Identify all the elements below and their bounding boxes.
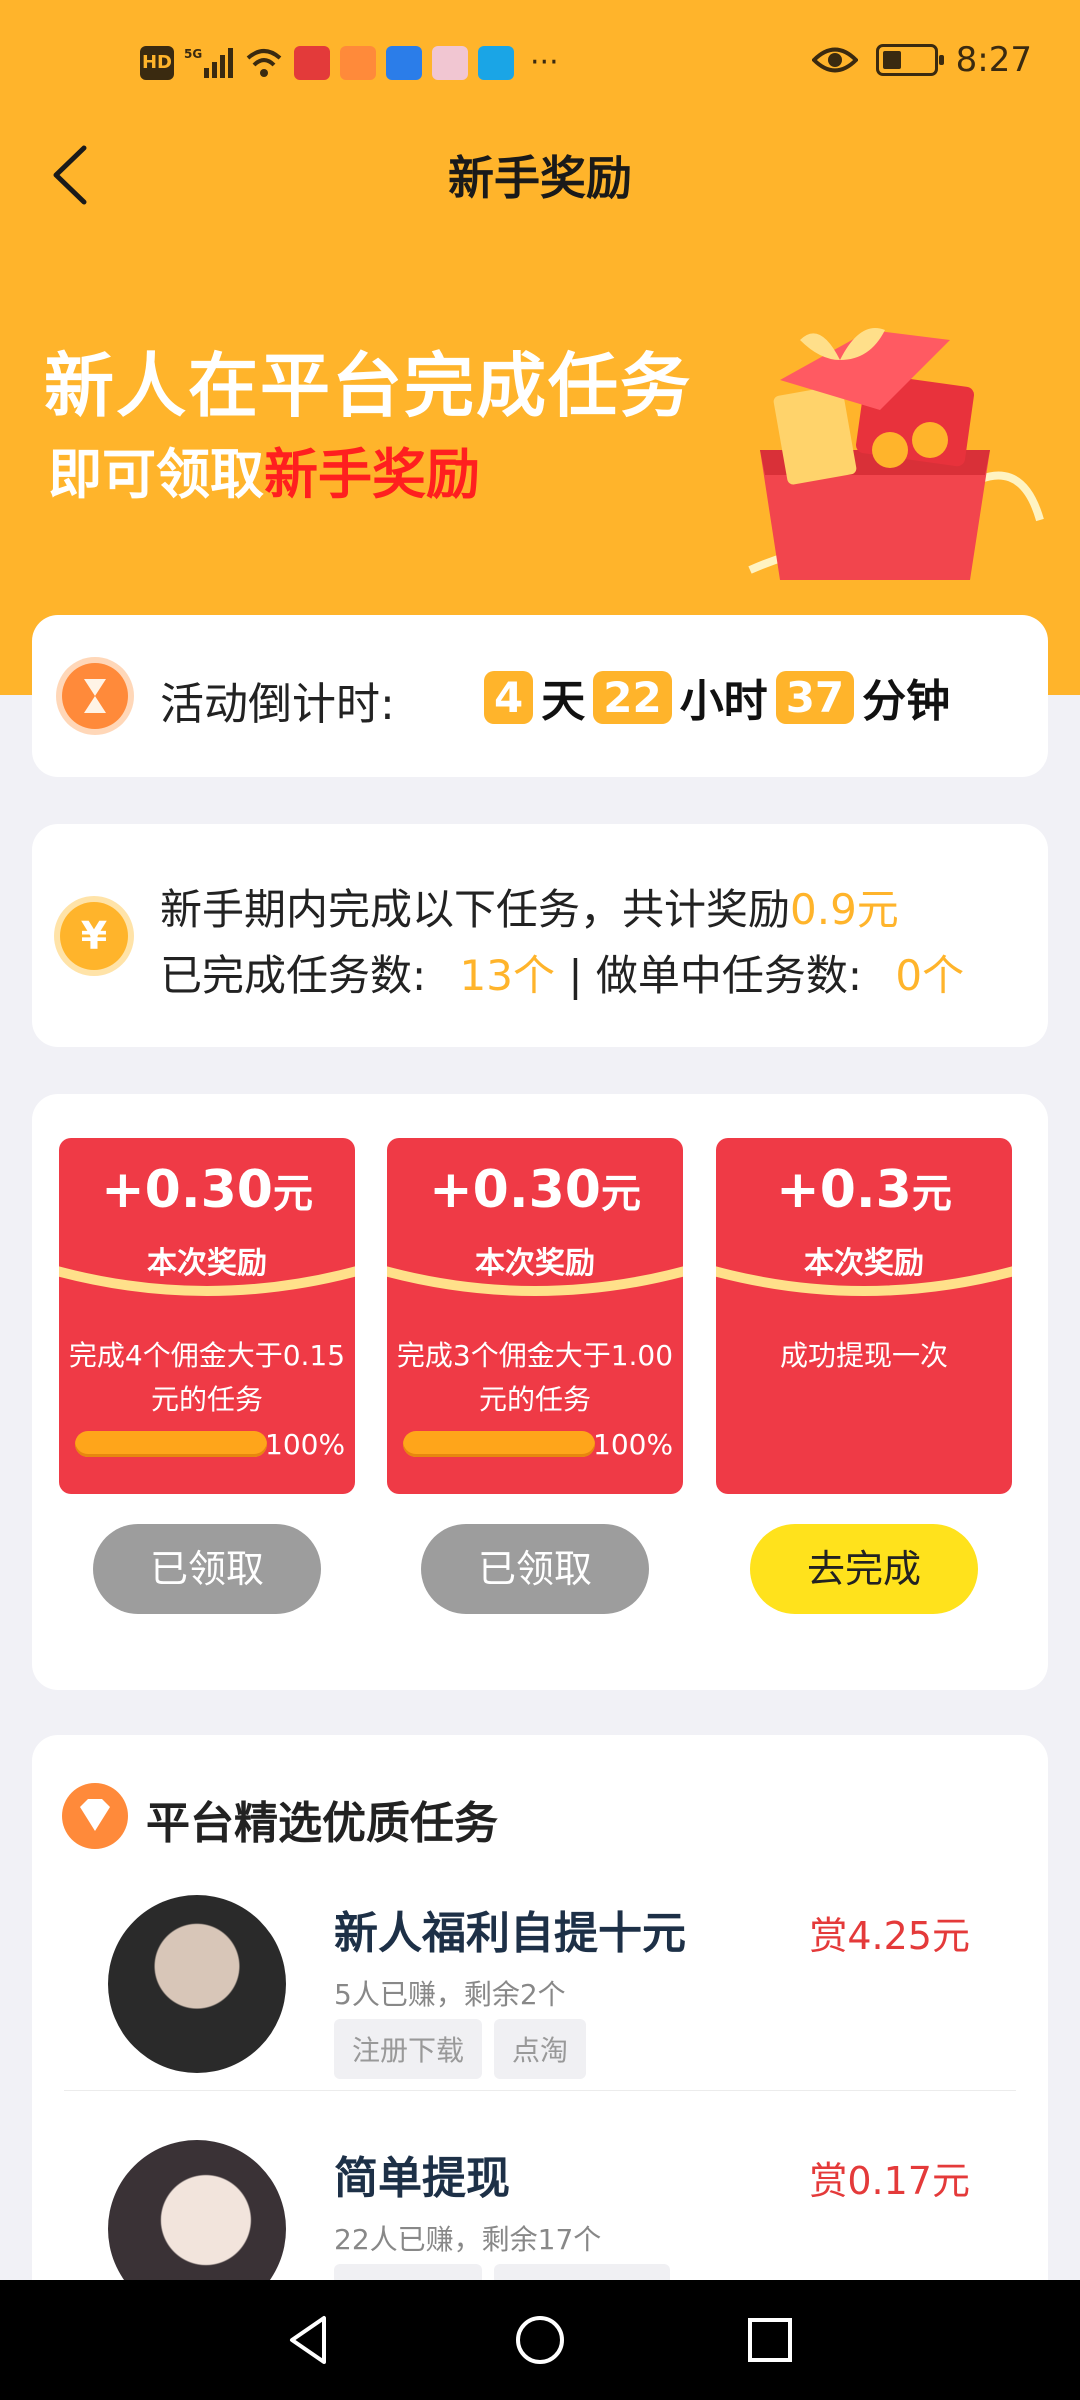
task-description: 完成3个佣金大于1.00元的任务	[396, 1339, 674, 1416]
task-reward: 赏4.25元	[809, 1914, 970, 1958]
svg-text:5G: 5G	[184, 47, 202, 61]
task-title: 新人福利自提十元	[334, 1908, 686, 1959]
summary-separator: |	[568, 951, 583, 1000]
recents-square-icon[interactable]	[740, 2310, 800, 2370]
task-sub-label: 本次奖励	[147, 1246, 267, 1281]
summary-card: ¥ 新手期内完成以下任务，共计奖励0.9元 已完成任务数: 13个 | 做单中任…	[32, 824, 1048, 1047]
task-stats: 22人已赚，剩余17个	[334, 2223, 602, 2256]
countdown-hours-unit: 小时	[679, 676, 768, 727]
task-progress-bar	[75, 1431, 267, 1457]
go-complete-button[interactable]: 去完成	[750, 1524, 978, 1614]
wifi-icon	[246, 49, 282, 77]
task-progress-percent: 100%	[265, 1428, 346, 1461]
task-card: +0.30元 本次奖励 完成3个佣金大于1.00元的任务 100%	[387, 1138, 683, 1494]
eye-icon	[811, 47, 858, 73]
summary-line2: 已完成任务数: 13个 | 做单中任务数: 0个	[160, 942, 964, 1003]
hd-icon: HD	[140, 46, 174, 80]
app-icon	[432, 46, 468, 80]
claimed-button[interactable]: 已领取	[421, 1524, 649, 1614]
app-icon	[340, 46, 376, 80]
divider	[64, 2090, 1016, 2091]
status-left: HD 5G ···	[140, 46, 559, 80]
countdown-timer: 4 天 22 小时 37 分钟	[484, 665, 950, 729]
countdown-minutes-unit: 分钟	[862, 676, 951, 727]
hourglass-icon	[62, 663, 128, 729]
task-amount: +0.3元	[776, 1160, 952, 1220]
task-description: 完成4个佣金大于0.15元的任务	[68, 1339, 346, 1416]
countdown-minutes: 37	[775, 670, 855, 724]
task-amount: +0.30元	[429, 1160, 641, 1220]
task-rewards-card: +0.30元 本次奖励 完成4个佣金大于0.15元的任务 100% 已领取 +0…	[32, 1094, 1048, 1690]
task-reward: 赏0.17元	[809, 2159, 970, 2203]
banner-headline: 新人在平台完成任务	[44, 345, 692, 427]
summary-text: 新手期内完成以下任务，共计奖励	[160, 885, 791, 934]
app-icon	[294, 46, 330, 80]
yen-icon: ¥	[60, 902, 128, 970]
task-tags: 注册下载 点淘	[334, 2019, 587, 2079]
claimed-button[interactable]: 已领取	[93, 1524, 321, 1614]
featured-title: 平台精选优质任务	[146, 1798, 498, 1849]
banner-subline-prefix: 即可领取	[48, 443, 264, 506]
task-stats: 5人已赚，剩余2个	[334, 1978, 566, 2011]
task-amount: +0.30元	[101, 1160, 313, 1220]
diamond-icon	[62, 1783, 128, 1849]
countdown-card: 活动倒计时: 4 天 22 小时 37 分钟	[32, 615, 1048, 777]
task-sub-label: 本次奖励	[804, 1246, 924, 1281]
task-tag: 点淘	[494, 2019, 587, 2079]
countdown-hours: 22	[593, 670, 672, 724]
battery-icon	[875, 44, 944, 76]
completed-value: 13个	[459, 951, 555, 1000]
gift-box-illustration	[748, 328, 1044, 580]
task-progress-bar	[403, 1431, 595, 1457]
status-bar: HD 5G ··· 8:27	[0, 0, 1080, 130]
back-triangle-icon[interactable]	[280, 2310, 340, 2370]
more-dots-icon: ···	[530, 45, 559, 80]
app-icon	[478, 46, 514, 80]
page-title: 新手奖励	[448, 151, 632, 205]
task-progress-percent: 100%	[593, 1428, 674, 1461]
banner-subline-highlight: 新手奖励	[264, 443, 480, 506]
in-progress-label: 做单中任务数:	[595, 951, 862, 1000]
home-circle-icon[interactable]	[510, 2310, 570, 2370]
completed-label: 已完成任务数:	[160, 951, 427, 1000]
task-card: +0.30元 本次奖励 完成4个佣金大于0.15元的任务 100%	[59, 1138, 355, 1494]
summary-total-reward: 0.9元	[790, 885, 899, 934]
app-icon	[386, 46, 422, 80]
list-item[interactable]: 新人福利自提十元 5人已赚，剩余2个 注册下载 点淘 赏4.25元	[32, 1875, 1048, 2115]
status-right: 8:27	[811, 40, 1032, 80]
in-progress-value: 0个	[895, 951, 965, 1000]
avatar	[108, 1895, 286, 2073]
task-sub-label: 本次奖励	[475, 1246, 595, 1281]
task-tag: 注册下载	[334, 2019, 483, 2079]
countdown-label: 活动倒计时:	[160, 679, 395, 730]
countdown-days-unit: 天	[541, 676, 586, 727]
task-description: 成功提现一次	[779, 1339, 948, 1372]
banner-subline: 即可领取新手奖励	[48, 430, 480, 509]
task-card: +0.3元 本次奖励 成功提现一次	[716, 1138, 1012, 1494]
task-title: 简单提现	[334, 2153, 510, 2204]
summary-line1: 新手期内完成以下任务，共计奖励0.9元	[160, 876, 899, 937]
signal-icon: 5G	[184, 47, 233, 78]
system-nav-bar	[0, 2280, 1080, 2400]
countdown-days: 4	[484, 670, 534, 724]
status-time: 8:27	[955, 40, 1032, 80]
